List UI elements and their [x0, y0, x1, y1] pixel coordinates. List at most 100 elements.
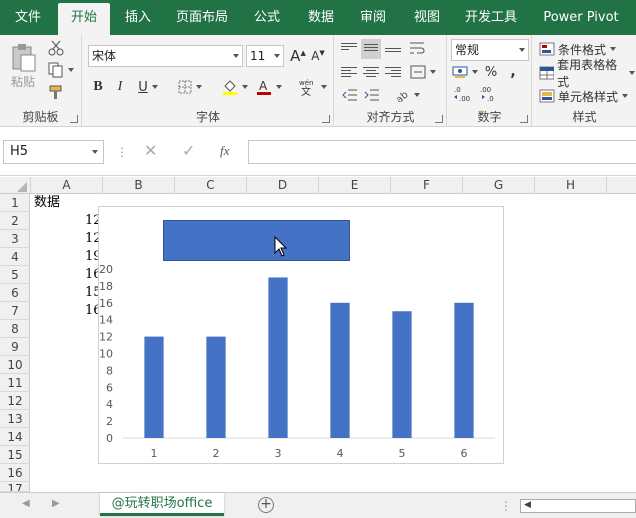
bar[interactable] — [268, 277, 288, 438]
column-header-e[interactable]: E — [319, 177, 391, 194]
cell-a1[interactable]: 数据 — [34, 194, 60, 212]
row-header[interactable]: 13 — [0, 410, 30, 428]
row-header[interactable]: 10 — [0, 356, 30, 374]
bold-button[interactable]: B — [89, 77, 107, 97]
border-button[interactable] — [175, 77, 205, 97]
tab-home[interactable]: 开始 — [58, 3, 110, 35]
tab-file[interactable]: 文件 — [0, 0, 56, 35]
tab-insert[interactable]: 插入 — [112, 0, 164, 35]
row-header[interactable]: 1 — [0, 194, 30, 212]
fill-color-button[interactable] — [219, 77, 251, 97]
align-center-button[interactable] — [363, 65, 379, 81]
shrink-font-button[interactable]: A▼ — [309, 45, 327, 67]
row-header[interactable]: 17 — [0, 482, 30, 492]
y-tick-label: 18 — [99, 280, 113, 293]
enter-icon[interactable]: ✓ — [182, 141, 195, 160]
row-header[interactable]: 4 — [0, 248, 30, 266]
format-painter-button[interactable] — [46, 83, 66, 101]
percent-button[interactable]: % — [484, 63, 498, 81]
tab-formulas[interactable]: 公式 — [242, 0, 292, 35]
phonetic-button[interactable]: wén 文 — [295, 77, 331, 97]
tab-review[interactable]: 审阅 — [348, 0, 398, 35]
row-header[interactable]: 2 — [0, 212, 30, 230]
comma-button[interactable]: , — [506, 63, 520, 81]
font-color-button[interactable]: A — [253, 77, 285, 97]
row-header[interactable]: 8 — [0, 320, 30, 338]
scroll-first-sheet-icon[interactable]: ◀ — [22, 498, 30, 509]
merge-center-button[interactable] — [407, 63, 439, 81]
column-header-a[interactable]: A — [31, 177, 103, 194]
number-format-combo[interactable]: 常规 — [451, 39, 529, 61]
grow-font-button[interactable]: A▲ — [289, 45, 307, 67]
tab-developer[interactable]: 开发工具 — [456, 0, 526, 35]
column-header-c[interactable]: C — [175, 177, 247, 194]
formula-input[interactable] — [248, 140, 636, 164]
bar[interactable] — [144, 336, 164, 438]
column-header-b[interactable]: B — [103, 177, 175, 194]
tab-power-pivot[interactable]: Power Pivot — [536, 0, 626, 35]
select-all-corner[interactable] — [0, 177, 31, 194]
bar[interactable] — [454, 302, 474, 438]
sheet-tab[interactable]: @玩转职场office — [100, 493, 224, 516]
column-header-g[interactable]: G — [463, 177, 535, 194]
scroll-last-sheet-icon[interactable]: ▶ — [52, 498, 60, 509]
tab-data[interactable]: 数据 — [296, 0, 346, 35]
font-size-combo[interactable]: 11 — [246, 45, 284, 67]
italic-button[interactable]: I — [111, 77, 129, 97]
phonetic-icon: wén文 — [299, 79, 313, 96]
chart-area[interactable]: 0 2 4 6 8 10 12 14 16 18 20 1 2 3 4 5 6 — [98, 206, 504, 464]
cut-button[interactable] — [46, 39, 66, 57]
row-header[interactable]: 3 — [0, 230, 30, 248]
scroll-left-icon[interactable]: ◀ — [524, 500, 531, 510]
insert-function-button[interactable]: fx — [220, 143, 229, 159]
row-header[interactable]: 12 — [0, 392, 30, 410]
row-header[interactable]: 6 — [0, 284, 30, 302]
align-top-button[interactable] — [341, 41, 357, 57]
increase-indent-button[interactable] — [363, 87, 381, 103]
row-header[interactable]: 11 — [0, 374, 30, 392]
paste-button[interactable]: 粘贴 — [6, 39, 40, 93]
x-tick-label: 6 — [461, 447, 468, 460]
align-middle-button[interactable] — [361, 39, 381, 59]
row-header[interactable]: 7 — [0, 302, 30, 320]
decrease-decimal-button[interactable]: .00.0 — [478, 85, 500, 103]
accounting-format-button[interactable] — [452, 63, 478, 81]
chart-title-placeholder[interactable] — [163, 220, 350, 261]
copy-button[interactable] — [46, 61, 76, 79]
row-header[interactable]: 14 — [0, 428, 30, 446]
font-launcher-icon[interactable] — [322, 115, 330, 123]
orientation-button[interactable]: ab — [393, 87, 421, 103]
add-sheet-icon[interactable]: + — [258, 497, 274, 513]
row-header[interactable]: 16 — [0, 464, 30, 482]
number-launcher-icon[interactable] — [520, 115, 528, 123]
underline-button[interactable]: U — [133, 77, 163, 97]
tab-page-layout[interactable]: 页面布局 — [166, 0, 238, 35]
align-bottom-button[interactable] — [385, 41, 401, 57]
column-header-f[interactable]: F — [391, 177, 463, 194]
row-header[interactable]: 5 — [0, 266, 30, 284]
wrap-text-button[interactable] — [407, 39, 427, 57]
increase-decimal-button[interactable]: .0.00 — [452, 85, 474, 103]
clipboard-launcher-icon[interactable] — [70, 115, 78, 123]
column-header-h[interactable]: H — [535, 177, 607, 194]
alignment-launcher-icon[interactable] — [435, 115, 443, 123]
cell-styles-button[interactable]: 单元格样式 — [539, 86, 635, 106]
font-name-combo[interactable]: 宋体 — [88, 45, 243, 67]
format-painter-icon — [49, 85, 62, 99]
align-right-button[interactable] — [385, 65, 401, 81]
column-header-d[interactable]: D — [247, 177, 319, 194]
cancel-icon[interactable]: ✕ — [144, 141, 157, 160]
bar[interactable] — [330, 302, 350, 438]
tab-view[interactable]: 视图 — [402, 0, 452, 35]
paint-bucket-icon — [223, 80, 237, 95]
row-header[interactable]: 9 — [0, 338, 30, 356]
row-header[interactable]: 15 — [0, 446, 30, 464]
align-left-button[interactable] — [341, 65, 357, 81]
horizontal-scrollbar[interactable]: ◀ — [520, 499, 636, 513]
name-box[interactable]: H5 — [3, 140, 104, 164]
bar[interactable] — [392, 311, 412, 438]
bar[interactable] — [206, 336, 226, 438]
x-tick-label: 5 — [399, 447, 406, 460]
format-as-table-button[interactable]: 套用表格格式 — [539, 58, 635, 89]
decrease-indent-button[interactable] — [341, 87, 359, 103]
